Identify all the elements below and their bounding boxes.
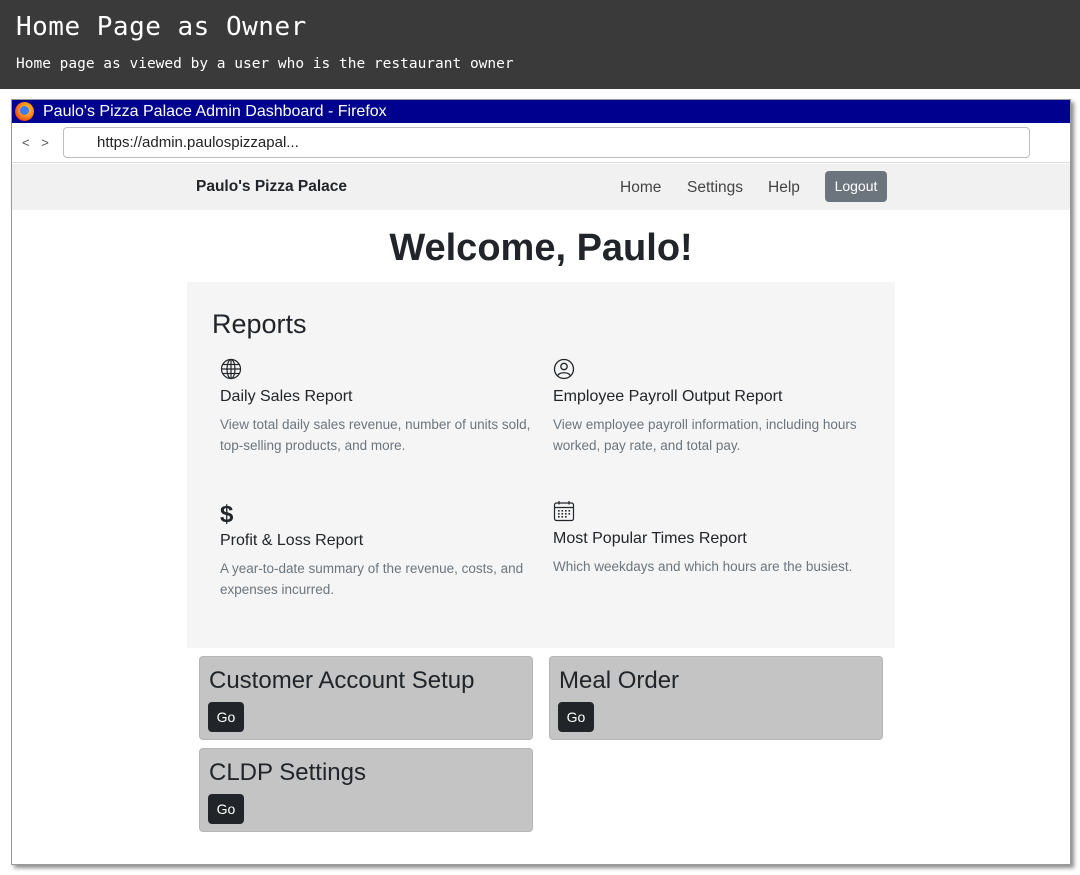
globe-icon bbox=[220, 358, 242, 380]
person-circle-icon bbox=[553, 358, 575, 380]
firefox-icon bbox=[15, 102, 34, 121]
card-title: Meal Order bbox=[559, 667, 680, 694]
card-meal-order: Meal Order Go bbox=[549, 656, 883, 740]
card-title: Customer Account Setup bbox=[209, 667, 475, 694]
browser-window: Paulo's Pizza Palace Admin Dashboard - F… bbox=[11, 99, 1071, 865]
report-name[interactable]: Profit & Loss Report bbox=[220, 532, 363, 550]
back-forward-buttons[interactable]: < > bbox=[22, 135, 53, 150]
report-name[interactable]: Employee Payroll Output Report bbox=[553, 388, 782, 406]
report-description: View total daily sales revenue, number o… bbox=[220, 417, 531, 453]
reports-title: Reports bbox=[212, 309, 307, 339]
go-button[interactable]: Go bbox=[558, 702, 594, 732]
browser-toolbar: < > https://admin.paulospizzapal... bbox=[12, 123, 1070, 163]
report-name[interactable]: Most Popular Times Report bbox=[553, 530, 747, 548]
card-cldp-settings: CLDP Settings Go bbox=[199, 748, 533, 832]
go-button[interactable]: Go bbox=[208, 702, 244, 732]
logout-button[interactable]: Logout bbox=[825, 171, 887, 202]
doc-title: Home Page as Owner bbox=[16, 12, 307, 42]
welcome-heading: Welcome, Paulo! bbox=[389, 227, 693, 269]
doc-subtitle: Home page as viewed by a user who is the… bbox=[16, 56, 514, 72]
navbar-brand[interactable]: Paulo's Pizza Palace bbox=[196, 178, 347, 196]
nav-link-settings[interactable]: Settings bbox=[687, 179, 743, 197]
card-customer-account-setup: Customer Account Setup Go bbox=[199, 656, 533, 740]
card-title: CLDP Settings bbox=[209, 759, 366, 786]
calendar-icon bbox=[553, 500, 575, 522]
report-description: View employee payroll information, inclu… bbox=[553, 417, 857, 453]
nav-link-home[interactable]: Home bbox=[620, 179, 661, 197]
report-name[interactable]: Daily Sales Report bbox=[220, 388, 353, 406]
doc-header: Home Page as Owner Home page as viewed b… bbox=[0, 0, 1080, 89]
go-button[interactable]: Go bbox=[208, 794, 244, 824]
nav-link-help[interactable]: Help bbox=[768, 179, 800, 197]
report-description: A year-to-date summary of the revenue, c… bbox=[220, 561, 524, 597]
report-description: Which weekdays and which hours are the b… bbox=[553, 559, 853, 574]
dollar-icon: $ bbox=[220, 501, 234, 528]
reports-panel: Reports Daily Sales Report View total da… bbox=[187, 282, 895, 648]
window-titlebar: Paulo's Pizza Palace Admin Dashboard - F… bbox=[12, 100, 1070, 123]
window-title: Paulo's Pizza Palace Admin Dashboard - F… bbox=[43, 103, 387, 120]
address-bar[interactable]: https://admin.paulospizzapal... bbox=[63, 127, 1030, 158]
site-navbar: Paulo's Pizza Palace Home Settings Help … bbox=[12, 164, 1070, 210]
